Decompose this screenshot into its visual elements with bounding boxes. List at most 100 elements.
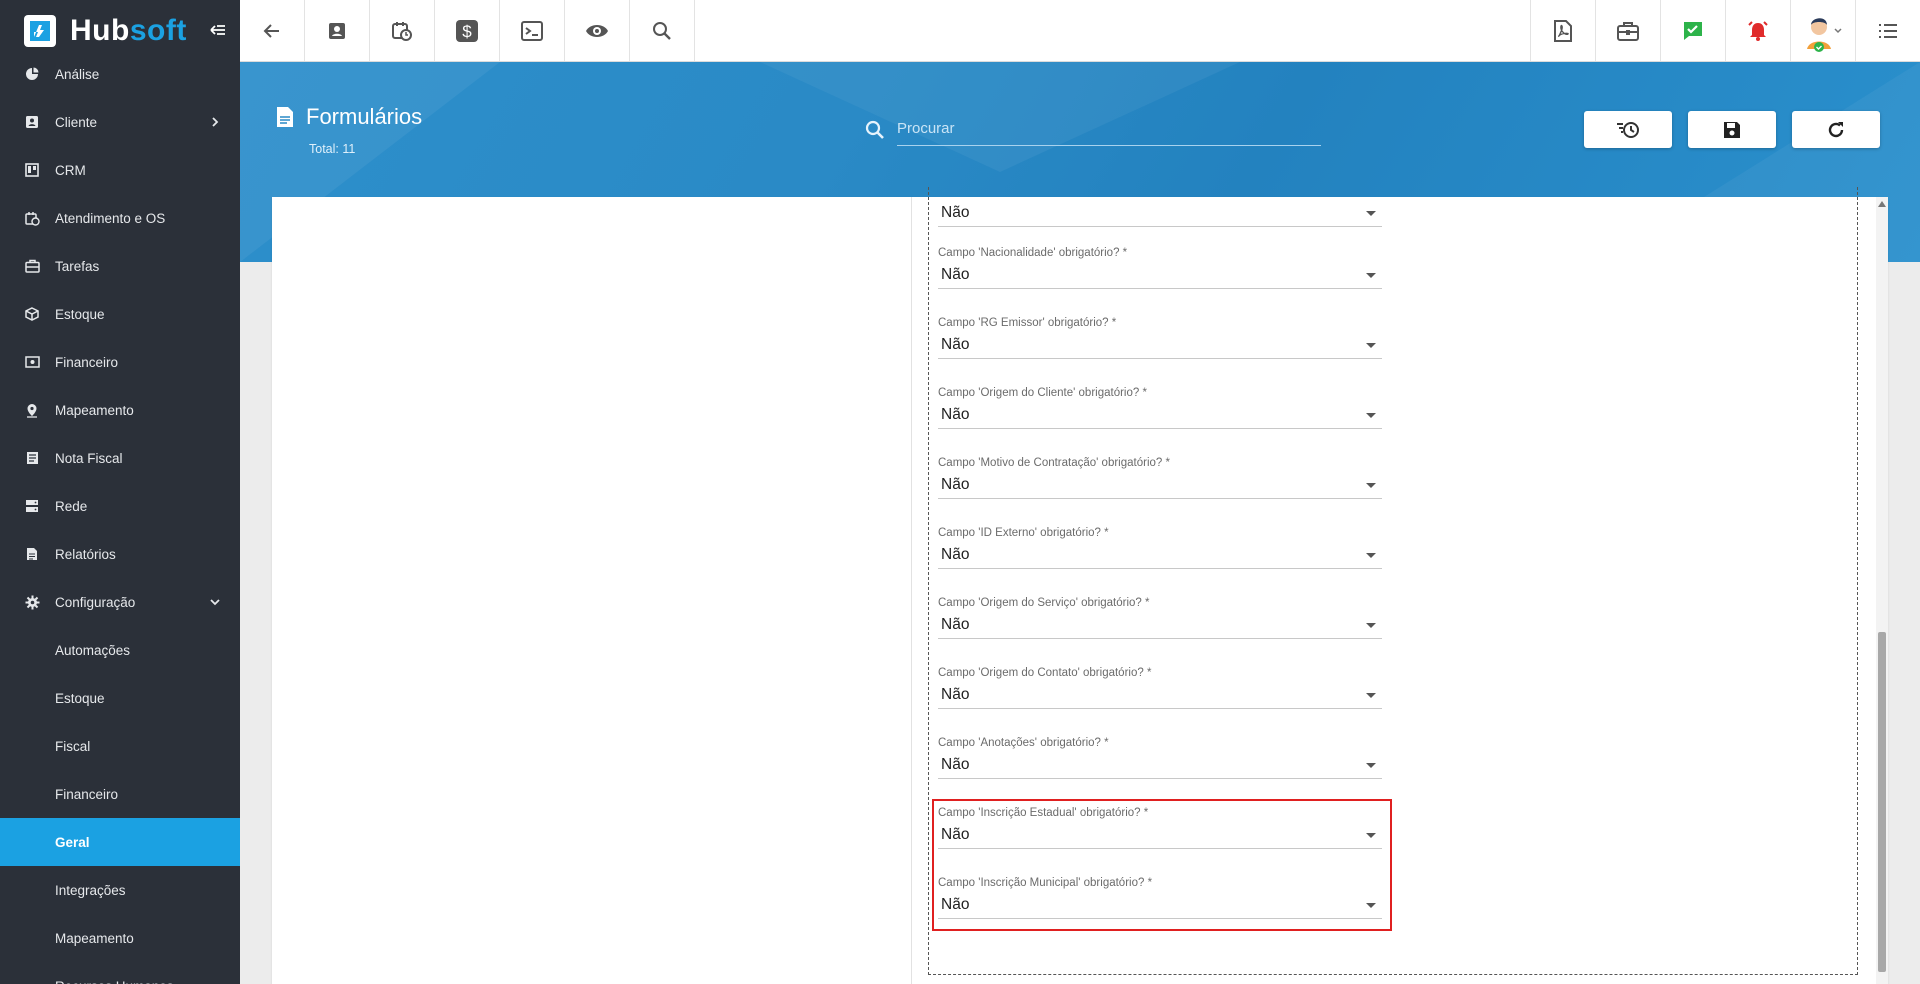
sidebar-subitem-0[interactable]: Automações	[0, 626, 240, 674]
page-title-group: Formulários	[276, 104, 422, 130]
select-dropdown[interactable]: Não	[938, 199, 1382, 227]
dollar-icon: $	[456, 19, 478, 42]
sidebar-subitem-label: Financeiro	[55, 786, 119, 802]
field-label: Campo 'Anotações' obrigatório? *	[938, 737, 1109, 749]
alerts-button[interactable]	[1725, 0, 1790, 61]
terminal-button[interactable]	[500, 0, 565, 61]
pdf-button[interactable]	[1530, 0, 1595, 61]
sidebar-subitem-5[interactable]: Integrações	[0, 866, 240, 914]
form-card: Não Campo 'Nacionalidade' obrigatório? * N…	[272, 187, 1888, 984]
scrollbar[interactable]	[1876, 197, 1888, 984]
sidebar-subitem-2[interactable]: Fiscal	[0, 722, 240, 770]
sidebar-item-5[interactable]: Estoque	[0, 290, 240, 338]
select-dropdown[interactable]: Não	[938, 681, 1382, 709]
select-dropdown[interactable]: Não	[938, 611, 1382, 639]
select-dropdown[interactable]: Não	[938, 401, 1382, 429]
money-icon	[24, 354, 40, 370]
sidebar-item-7[interactable]: Mapeamento	[0, 386, 240, 434]
pdf-icon	[1554, 19, 1572, 42]
dropdown-arrow-icon	[1366, 273, 1376, 278]
menu-button[interactable]	[1855, 0, 1920, 61]
field-label: Campo 'Origem do Serviço' obrigatório? *	[938, 597, 1150, 609]
sidebar-subitem-1[interactable]: Estoque	[0, 674, 240, 722]
form-field: Campo 'Anotações' obrigatório? * Não	[938, 737, 1398, 795]
view-button[interactable]	[565, 0, 630, 61]
dropdown-arrow-icon	[1366, 693, 1376, 698]
sidebar-item-8[interactable]: Nota Fiscal	[0, 434, 240, 482]
contacts-button[interactable]	[305, 0, 370, 61]
select-value: Não	[941, 756, 970, 773]
select-dropdown[interactable]: Não	[938, 751, 1382, 779]
invoice-icon	[24, 450, 40, 466]
scrollbar-thumb[interactable]	[1878, 632, 1886, 972]
refresh-button[interactable]	[1792, 111, 1880, 148]
sidebar-item-label: Nota Fiscal	[55, 450, 123, 466]
document-icon	[277, 107, 293, 127]
user-menu-button[interactable]	[1790, 0, 1855, 61]
select-dropdown[interactable]: Não	[938, 471, 1382, 499]
box-icon	[24, 306, 40, 322]
sidebar-item-label: Análise	[55, 66, 100, 82]
collapse-sidebar-icon[interactable]	[208, 20, 228, 40]
search-input[interactable]	[897, 112, 1321, 146]
sidebar-item-9[interactable]: Rede	[0, 482, 240, 530]
sidebar-subitem-7[interactable]: Recursos Humanos	[0, 962, 240, 984]
sidebar-item-10[interactable]: Relatórios	[0, 530, 240, 578]
dropdown-arrow-icon	[1366, 763, 1376, 768]
dropdown-arrow-icon	[1366, 483, 1376, 488]
select-dropdown[interactable]: Não	[938, 331, 1382, 359]
select-value: Não	[941, 204, 970, 221]
select-dropdown[interactable]: Não	[938, 261, 1382, 289]
dropdown-arrow-icon	[1366, 211, 1376, 216]
svg-text:$: $	[462, 22, 472, 41]
sidebar-subitem-label: Geral	[55, 834, 90, 850]
gear-icon	[24, 594, 40, 610]
sidebar-item-6[interactable]: Financeiro	[0, 338, 240, 386]
scroll-up-arrow-icon[interactable]	[1878, 201, 1886, 207]
briefcase-icon	[1617, 21, 1639, 41]
select-dropdown[interactable]: Não	[938, 541, 1382, 569]
sidebar-item-1[interactable]: Cliente	[0, 98, 240, 146]
sidebar-item-11[interactable]: Configuração	[0, 578, 240, 626]
form-field: Campo 'ID Externo' obrigatório? * Não	[938, 527, 1398, 585]
history-icon	[1617, 121, 1639, 138]
briefcase-button[interactable]	[1595, 0, 1660, 61]
sidebar-item-label: Tarefas	[55, 258, 100, 274]
form-field: Não	[938, 185, 1398, 243]
logo-text: Hubsoft	[70, 14, 187, 48]
dropdown-arrow-icon	[1366, 413, 1376, 418]
search-button[interactable]	[630, 0, 695, 61]
sidebar-item-label: Mapeamento	[55, 402, 134, 418]
contact-card-icon	[329, 22, 345, 39]
select-value: Não	[941, 616, 970, 633]
save-button[interactable]	[1688, 111, 1776, 148]
messages-button[interactable]	[1660, 0, 1725, 61]
field-label: Campo 'Nacionalidade' obrigatório? *	[938, 247, 1128, 259]
sidebar-item-2[interactable]: CRM	[0, 146, 240, 194]
sidebar-item-3[interactable]: Atendimento e OS	[0, 194, 240, 242]
sidebar-item-label: Configuração	[55, 594, 136, 610]
schedule-button[interactable]	[370, 0, 435, 61]
finance-button[interactable]: $	[435, 0, 500, 61]
search-icon	[653, 21, 671, 40]
field-label: Campo 'Motivo de Contratação' obrigatóri…	[938, 457, 1170, 469]
sidebar-subitem-label: Integrações	[55, 882, 126, 898]
select-value: Não	[941, 476, 970, 493]
sidebar-item-4[interactable]: Tarefas	[0, 242, 240, 290]
sidebar-item-0[interactable]: Análise	[0, 50, 240, 98]
sidebar-item-label: Atendimento e OS	[55, 210, 166, 226]
sidebar-subitem-6[interactable]: Mapeamento	[0, 914, 240, 962]
select-value: Não	[941, 546, 970, 563]
list-menu-icon	[1879, 23, 1897, 38]
sidebar-subitem-label: Estoque	[55, 690, 105, 706]
sidebar-subitem-3[interactable]: Financeiro	[0, 770, 240, 818]
field-label: Campo 'RG Emissor' obrigatório? *	[938, 317, 1117, 329]
sidebar-subitem-4[interactable]: Geral	[0, 818, 240, 866]
form-field: Campo 'Origem do Contato' obrigatório? *…	[938, 667, 1398, 725]
back-button[interactable]	[240, 0, 305, 61]
search-icon	[865, 120, 884, 139]
form-field: Campo 'Nacionalidade' obrigatório? * Não	[938, 247, 1398, 305]
history-button[interactable]	[1584, 111, 1672, 148]
highlight-box	[932, 799, 1392, 931]
top-toolbar: $	[240, 0, 1920, 62]
